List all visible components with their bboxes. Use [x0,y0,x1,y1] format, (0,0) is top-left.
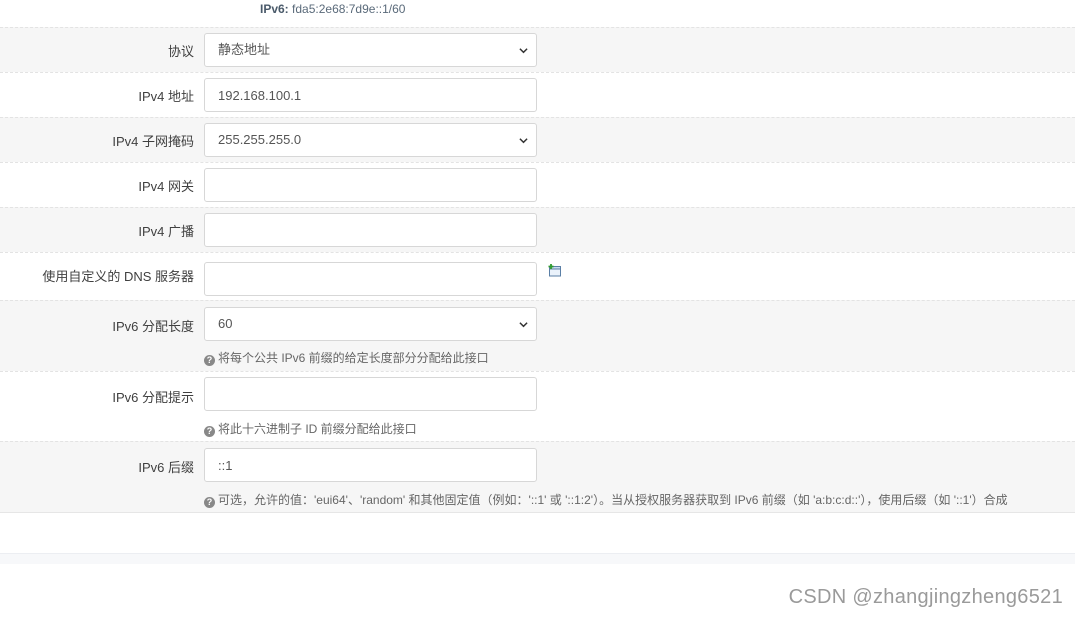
row-ipv4-broadcast: IPv4 广播 [0,207,1075,252]
ipv6-assign-length-label: IPv6 分配长度 [112,319,194,334]
ipv6-suffix-hint: ? 可选，允许的值：'eui64'、'random' 和其他固定值（例如：'::1… [204,491,1008,508]
chevron-down-icon [519,138,528,144]
ipv6-status-label: IPv6: [260,2,289,16]
row-custom-dns: 使用自定义的 DNS 服务器 [0,252,1075,300]
row-protocol: 协议 静态地址 [0,27,1075,72]
row-ipv6-assign-length: IPv6 分配长度 60 ? 将每个公共 IPv6 前缀的给定长度部分分配给此接口 [0,300,1075,371]
ipv4-broadcast-label: IPv4 广播 [138,224,194,239]
help-icon: ? [204,355,215,366]
ipv6-suffix-label: IPv6 后缀 [138,460,194,475]
chevron-down-icon [519,48,528,54]
protocol-label: 协议 [167,44,194,59]
ipv6-assign-hint-hint: ? 将此十六进制子 ID 前缀分配给此接口 [204,420,417,437]
ipv4-address-label: IPv4 地址 [138,89,194,104]
ipv6-status: IPv6: fda5:2e68:7d9e::1/60 [260,2,405,16]
ipv4-netmask-label: IPv4 子网掩码 [112,134,194,149]
custom-dns-input[interactable] [204,262,537,296]
ipv4-netmask-select[interactable]: 255.255.255.0 [204,123,537,157]
custom-dns-label: 使用自定义的 DNS 服务器 [42,269,194,284]
ipv6-suffix-input[interactable] [204,448,537,482]
ipv4-gateway-input[interactable] [204,168,537,202]
ipv6-assign-length-value: 60 [218,316,233,331]
ipv6-assign-hint-input[interactable] [204,377,537,411]
row-ipv6-assign-hint: IPv6 分配提示 ? 将此十六进制子 ID 前缀分配给此接口 [0,371,1075,441]
watermark: CSDN @zhangjingzheng6521 [788,586,1063,608]
ipv6-assign-length-select[interactable]: 60 [204,307,537,341]
footer-band [0,553,1075,564]
row-ipv4-gateway: IPv4 网关 [0,162,1075,207]
ipv6-assign-hint-hint-text: 将此十六进制子 ID 前缀分配给此接口 [218,422,417,436]
ipv4-broadcast-input[interactable] [204,213,537,247]
row-ipv4-address: IPv4 地址 [0,72,1075,117]
protocol-select[interactable]: 静态地址 [204,33,537,67]
protocol-value: 静态地址 [218,42,271,57]
ipv6-assign-length-hint: ? 将每个公共 IPv6 前缀的给定长度部分分配给此接口 [204,349,489,366]
ipv4-gateway-label: IPv4 网关 [138,179,194,194]
ipv4-netmask-value: 255.255.255.0 [218,132,302,147]
help-icon: ? [204,497,215,508]
row-ipv6-suffix: IPv6 后缀 ?可选，允许的值：'eui64'、'random' 和其他固定值… [0,441,1075,512]
ipv6-suffix-hint-text: 可选，允许的值：'eui64'、'random' 和其他固定值（例如：'::1'… [218,493,1008,507]
chevron-down-icon [519,322,528,328]
section-divider [0,512,1075,513]
ipv6-assign-length-hint-text: 将每个公共 IPv6 前缀的给定长度部分分配给此接口 [218,351,489,365]
add-entry-icon[interactable] [548,263,562,277]
ipv4-address-input[interactable] [204,78,537,112]
ipv6-status-value: fda5:2e68:7d9e::1/60 [292,2,406,16]
ipv6-assign-hint-label: IPv6 分配提示 [112,390,194,405]
help-icon: ? [204,426,215,437]
row-ipv4-netmask: IPv4 子网掩码 255.255.255.0 [0,117,1075,162]
